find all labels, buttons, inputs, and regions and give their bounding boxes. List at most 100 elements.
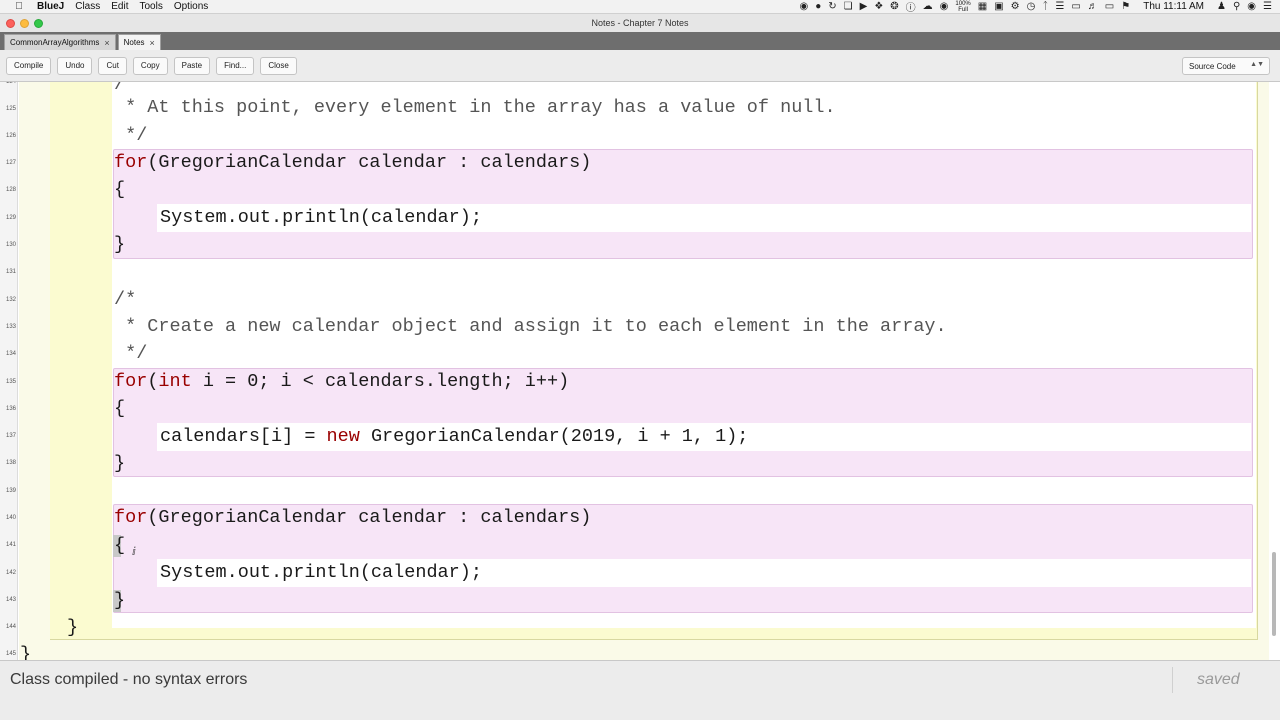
window-maximize-icon[interactable] [34,19,43,28]
view-mode-select[interactable]: Source Code ▲▼ [1182,57,1270,75]
close-icon[interactable]: × [150,38,155,48]
compile-button[interactable]: Compile [6,56,52,75]
menu-edit[interactable]: Edit [111,1,128,12]
keyword: for [114,371,148,392]
compile-status-message: Class compiled - no syntax errors [10,671,248,688]
line-number-gutter[interactable]: 124 125 126 127 128 129 130 131 132 133 … [0,82,18,660]
dropbox-icon[interactable]: ❖ [874,1,883,12]
code-line: } [67,617,79,638]
close-icon[interactable]: × [104,38,109,48]
code-line: for(GregorianCalendar calendar : calenda… [114,507,591,529]
code-line: /* [114,82,137,95]
menu-class[interactable]: Class [75,1,100,12]
tab-common-array-algorithms[interactable]: CommonArrayAlgorithms × [4,34,116,50]
scrollbar-thumb[interactable] [1272,552,1276,636]
paste-button[interactable]: Paste [173,56,211,75]
flag-icon[interactable]: ⚑ [1121,1,1130,12]
eye-icon[interactable]: ◉ [940,1,949,12]
line-number: 144 [5,624,16,630]
bug-icon[interactable]: ⚙ [1011,1,1020,12]
tab-notes[interactable]: Notes × [117,34,161,50]
code-line: * At this point, every element in the ar… [114,97,836,118]
refresh-icon[interactable]: ↻ [828,1,836,12]
bookmark-icon[interactable]: ▣ [994,1,1003,12]
cut-button[interactable]: Cut [98,56,127,75]
window-minimize-icon[interactable] [20,19,29,28]
menu-app-bluej[interactable]: BlueJ [37,1,64,12]
view-mode-value: Source Code [1189,61,1236,71]
battery-icon[interactable]: ▭ [1105,1,1114,12]
code-editor[interactable]: 124 125 126 127 128 129 130 131 132 133 … [0,82,1280,660]
code-text: (GregorianCalendar calendar : calendars) [147,507,592,528]
close-button[interactable]: Close [260,56,297,75]
notification-center-icon[interactable]: ☰ [1263,1,1272,12]
battery-percent[interactable]: 100% Full [955,1,970,13]
window-title-bar: Notes - Chapter 7 Notes [0,14,1280,32]
saved-indicator: saved [1197,671,1240,688]
line-number: 135 [5,379,16,385]
copy-button[interactable]: Copy [132,56,168,75]
line-number: 138 [5,460,16,466]
play-icon[interactable]: ▶ [860,1,868,12]
clipboard-icon[interactable]: ❏ [844,1,853,12]
window-close-icon[interactable] [6,19,15,28]
code-line: { [114,535,126,556]
undo-button[interactable]: Undo [57,56,93,75]
menu-tools[interactable]: Tools [139,1,162,12]
code-line: for(int i = 0; i < calendars.length; i++… [114,371,569,393]
tab-label: Notes [123,38,145,47]
find-button[interactable]: Find... [216,56,255,75]
code-text: ( [147,371,159,392]
system-menu-bar:  BlueJ Class Edit Tools Options ◉ ● ↻ ❏… [0,0,1280,14]
siri-icon[interactable]: ◉ [1247,1,1256,12]
volume-icon[interactable]: ♬ [1088,1,1098,12]
keyword: for [114,507,148,528]
line-number: 142 [5,570,16,576]
keyword: new [326,426,360,447]
line-number: 134 [5,351,16,357]
grid-icon[interactable]: ▦ [978,1,987,12]
line-number: 127 [5,160,16,166]
code-line: calendars[i] = new GregorianCalendar(201… [160,426,748,448]
line-number: 125 [5,106,16,112]
time-machine-icon[interactable]: ◷ [1027,1,1036,12]
code-text: (GregorianCalendar calendar : calendars) [147,152,592,173]
editor-tab-strip: CommonArrayAlgorithms × Notes × [0,32,1280,50]
code-text: i = 0; i < calendars.length; i++) [191,371,570,392]
line-number: 131 [5,269,16,275]
clock[interactable]: Thu 11:11 AM [1143,1,1204,12]
spotlight-search-icon[interactable]: ⚲ [1233,1,1240,12]
code-line: /* [114,289,137,310]
circle-icon[interactable]: ● [815,1,821,12]
code-line: System.out.println(calendar); [160,562,482,583]
line-number: 141 [5,542,16,548]
code-line: System.out.println(calendar); [160,207,482,228]
line-number: 126 [5,133,16,139]
user-icon[interactable]: ♟ [1217,1,1226,12]
status-bar: Class compiled - no syntax errors saved [0,660,1280,720]
line-number: 128 [5,187,16,193]
record-icon[interactable]: ◉ [799,1,808,12]
code-line: } [114,234,126,255]
status-divider [1172,667,1173,693]
menu-options[interactable]: Options [174,1,208,12]
line-number: 139 [5,488,16,494]
line-number: 145 [5,651,16,657]
wifi-icon[interactable]: ☰ [1055,1,1064,12]
line-number: 130 [5,242,16,248]
code-line: */ [114,343,148,364]
line-number: 124 [5,82,16,85]
keyword: for [114,152,148,173]
airplay-icon[interactable]: ▭ [1071,1,1080,12]
line-number: 136 [5,406,16,412]
code-line: * Create a new calendar object and assig… [114,316,947,337]
battery-percent-bottom: Full [958,6,968,13]
code-line: } [20,644,32,660]
line-number: 129 [5,215,16,221]
bluetooth-icon[interactable]: ᛏ [1042,1,1048,12]
apple-menu-icon[interactable]:  [13,1,25,12]
compass-icon[interactable]: ❂ [890,1,898,12]
info-icon[interactable]: ⓘ [906,0,916,14]
cloud-icon[interactable]: ☁ [923,1,933,12]
editor-toolbar: Compile Undo Cut Copy Paste Find... Clos… [0,50,1280,82]
